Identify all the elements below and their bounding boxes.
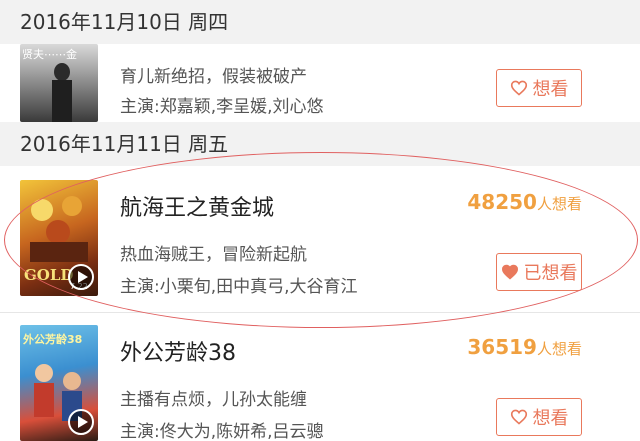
- movie-description: 育儿新绝招，假装被破产: [120, 67, 307, 87]
- wanted-label: 已想看: [523, 263, 578, 284]
- movie-title[interactable]: 航海王之黄金城: [120, 190, 274, 222]
- want-count: 36519人想看: [467, 335, 582, 359]
- date-header-label: 2016年11月11日 周五: [20, 132, 229, 156]
- date-header: 2016年11月11日 周五: [0, 122, 640, 166]
- play-icon[interactable]: [68, 264, 94, 290]
- want-count: 48250人想看: [467, 190, 582, 214]
- movie-card[interactable]: 贤夫⋯⋯金 育儿新绝招，假装被破产 主演:郑嘉颖,李呈媛,刘心悠 想看: [0, 44, 640, 122]
- want-to-see-button[interactable]: 想看: [496, 398, 582, 436]
- want-count-number: 36519: [467, 335, 537, 359]
- movie-poster[interactable]: GOLD 7.22: [20, 180, 98, 296]
- want-to-see-label: 想看: [532, 408, 569, 429]
- want-to-see-label: 想看: [532, 79, 569, 100]
- movie-cast: 主演:郑嘉颖,李呈媛,刘心悠: [120, 97, 324, 117]
- movie-card[interactable]: GOLD 7.22 航海王之黄金城 48250人想看 热血海贼王，冒险新起航 主…: [0, 166, 640, 310]
- date-header: 2016年11月10日 周四: [0, 0, 640, 44]
- date-header-label: 2016年11月10日 周四: [20, 10, 229, 34]
- movie-poster[interactable]: 贤夫⋯⋯金: [20, 44, 98, 122]
- wanted-button[interactable]: 已想看: [496, 253, 582, 291]
- heart-outline-icon: [510, 80, 527, 96]
- movie-cast: 主演:佟大为,陈妍希,吕云骢: [120, 422, 324, 441]
- poster-figure-icon: [52, 63, 72, 122]
- want-count-suffix: 人想看: [536, 195, 582, 213]
- heart-filled-icon: [501, 264, 518, 280]
- movie-description: 主播有点烦，儿孙太能缠: [120, 390, 307, 410]
- movie-cast: 主演:小栗旬,田中真弓,大谷育江: [120, 277, 358, 297]
- want-count-suffix: 人想看: [536, 340, 582, 358]
- want-count-number: 48250: [467, 190, 537, 214]
- play-icon[interactable]: [68, 409, 94, 435]
- movie-title[interactable]: 外公芳龄38: [120, 335, 236, 367]
- movie-description: 热血海贼王，冒险新起航: [120, 245, 307, 265]
- poster-logo-text: GOLD: [24, 266, 74, 284]
- movie-card[interactable]: 外公芳龄38 外公芳龄38 36519人想看 主播有点烦，儿孙太能缠 主演:佟大…: [0, 313, 640, 441]
- movie-poster[interactable]: 外公芳龄38: [20, 325, 98, 441]
- want-to-see-button[interactable]: 想看: [496, 69, 582, 107]
- heart-outline-icon: [510, 409, 527, 425]
